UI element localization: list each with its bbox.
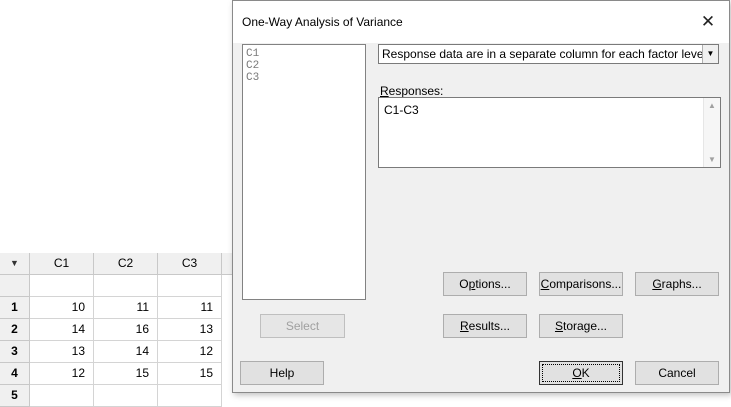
variable-item[interactable]: C2	[246, 60, 362, 72]
data-cell[interactable]: 11	[94, 297, 158, 319]
data-cell[interactable]: 12	[30, 363, 94, 385]
data-cell[interactable]: 14	[94, 341, 158, 363]
column-header-c3[interactable]: C3	[158, 253, 222, 275]
variable-item[interactable]: C1	[246, 48, 362, 60]
row-header[interactable]: 3	[0, 341, 30, 363]
column-name-cell[interactable]	[94, 275, 158, 297]
column-header-c1[interactable]: C1	[30, 253, 94, 275]
responses-label-mnemonic: R	[380, 84, 389, 98]
responses-scrollbar[interactable]: ▲ ▼	[703, 98, 720, 167]
data-format-selected: Response data are in a separate column f…	[382, 47, 707, 61]
column-name-cell[interactable]	[158, 275, 222, 297]
select-button[interactable]: Select	[260, 314, 345, 338]
data-cell[interactable]: 10	[30, 297, 94, 319]
options-button[interactable]: Options...	[443, 272, 527, 296]
dialog-title: One-Way Analysis of Variance	[242, 15, 403, 29]
data-cell[interactable]: 15	[94, 363, 158, 385]
data-cell[interactable]: 13	[158, 319, 222, 341]
column-header-c2[interactable]: C2	[94, 253, 158, 275]
row-header[interactable]: 2	[0, 319, 30, 341]
ok-button[interactable]: OK	[539, 361, 623, 385]
comparisons-button[interactable]: Comparisons...	[539, 272, 623, 296]
column-name-cell[interactable]	[30, 275, 94, 297]
data-cell[interactable]: 16	[94, 319, 158, 341]
column-name-row-header[interactable]	[0, 275, 30, 297]
variable-list[interactable]: C1 C2 C3	[242, 44, 366, 300]
help-button[interactable]: Help	[240, 361, 324, 385]
one-way-anova-dialog: One-Way Analysis of Variance ✕ C1 C2 C3 …	[232, 0, 730, 393]
responses-field[interactable]: C1-C3 ▲ ▼	[378, 97, 721, 168]
responses-label: Responses:	[380, 84, 443, 98]
data-format-dropdown[interactable]: Response data are in a separate column f…	[378, 44, 719, 64]
dialog-titlebar[interactable]: One-Way Analysis of Variance ✕	[233, 1, 729, 43]
row-header[interactable]: 4	[0, 363, 30, 385]
chevron-down-icon[interactable]: ▼	[702, 45, 718, 63]
data-cell[interactable]: 14	[30, 319, 94, 341]
data-cell[interactable]: 13	[30, 341, 94, 363]
data-cell[interactable]: 12	[158, 341, 222, 363]
close-icon[interactable]: ✕	[691, 7, 725, 37]
row-header[interactable]: 1	[0, 297, 30, 319]
worksheet-corner-down-arrow-icon[interactable]: ▼	[0, 253, 30, 275]
scroll-up-icon[interactable]: ▲	[704, 101, 720, 110]
responses-label-rest: esponses:	[388, 84, 444, 98]
scroll-down-icon[interactable]: ▼	[704, 155, 720, 164]
storage-button[interactable]: Storage...	[539, 314, 623, 338]
cancel-button[interactable]: Cancel	[635, 361, 719, 385]
results-button[interactable]: Results...	[443, 314, 527, 338]
data-cell[interactable]: 15	[158, 363, 222, 385]
data-cell[interactable]: 11	[158, 297, 222, 319]
responses-value: C1-C3	[384, 103, 419, 117]
variable-item[interactable]: C3	[246, 72, 362, 84]
graphs-button[interactable]: Graphs...	[635, 272, 719, 296]
